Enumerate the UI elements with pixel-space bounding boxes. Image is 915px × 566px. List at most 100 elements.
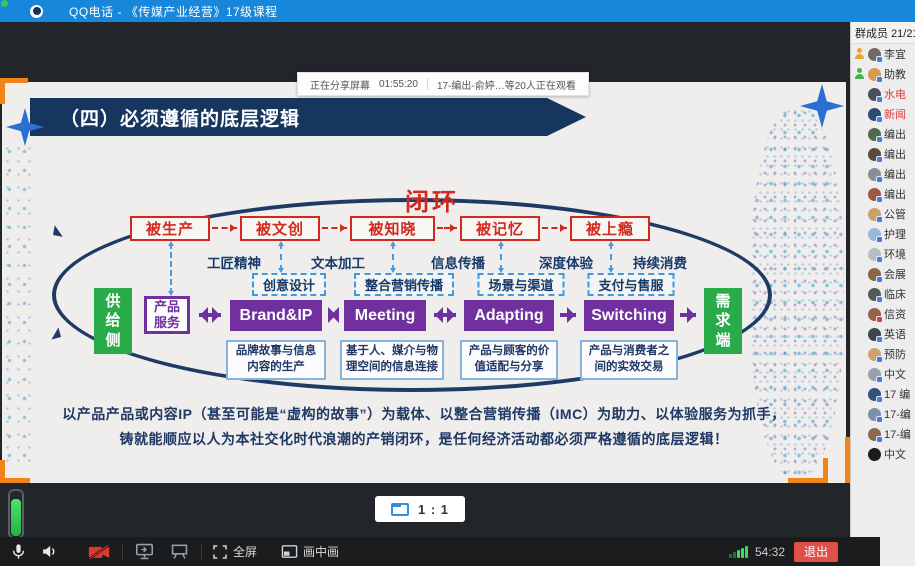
loop-label: 闭环 [405,182,459,217]
member-name: 中文 [884,366,906,382]
video-status-badge [876,136,883,143]
video-status-badge [876,236,883,243]
video-status-badge [876,396,883,403]
pip-button[interactable]: 画中画 [281,543,339,560]
process-box-switching: Switching [584,300,674,331]
member-row[interactable]: 助教 [851,64,915,84]
slide-footer-line1: 以产品产品或内容IP（甚至可能是“虚构的故事”）为载体、以整合营销传播（IMC）… [2,404,846,424]
member-row[interactable]: 中文 [851,364,915,384]
video-status-badge [876,76,883,83]
member-row[interactable]: 中文 [851,444,915,464]
video-status-badge [876,416,883,423]
craft-label-2: 文本加工 [311,252,365,272]
divider [201,544,202,560]
share-screen-icon [135,543,154,560]
shared-screen-slide: （四）必须遵循的底层逻辑 闭环 被生产 被文创 被知晓 被记忆 被上瘾 工匠精神… [2,82,846,483]
member-name: 信资 [884,306,906,322]
loop-arrowhead [43,225,62,244]
member-row[interactable]: 17 编 [851,384,915,404]
avatar [868,148,881,161]
member-name: 环境 [884,246,906,262]
member-row[interactable]: 信资 [851,304,915,324]
mic-level-meter [8,489,24,539]
avatar [868,188,881,201]
video-status-badge [876,376,883,383]
process-arrow [680,313,696,317]
member-row[interactable]: 水电 [851,84,915,104]
stage-box-addicted: 被上瘾 [570,216,650,241]
member-row[interactable]: 护理 [851,224,915,244]
stage-box-cultural: 被文创 [240,216,320,241]
avatar [868,48,881,61]
member-row[interactable]: 编出 [851,144,915,164]
avatar [868,308,881,321]
video-status-badge [876,336,883,343]
demand-side-box: 需求端 [704,288,742,354]
member-name: 17-编 [884,406,911,422]
zoom-ratio-control[interactable]: 1 : 1 [375,496,465,522]
member-name: 会展 [884,266,906,282]
video-status-badge [876,356,883,363]
avatar [868,228,881,241]
window-title: QQ电话 - 《传媒产业经营》17级课程 [69,3,278,20]
member-row[interactable]: 英语 [851,324,915,344]
video-status-badge [876,276,883,283]
share-border-corner [823,458,828,483]
microphone-button[interactable] [10,543,27,560]
craft-label-3: 信息传播 [431,252,485,272]
mic-level-fill [11,499,21,536]
member-sidebar: 群成员 21/21 李宜 助教 水电 新闻 编出 [850,22,915,566]
member-role-icon [854,48,865,60]
process-arrow [560,313,576,317]
share-screen-button[interactable] [135,543,154,560]
craft-label-1: 工匠精神 [207,252,261,272]
member-row[interactable]: 李宜 [851,44,915,64]
qq-logo-icon [30,5,43,18]
video-status-badge [876,56,883,63]
member-list: 李宜 助教 水电 新闻 编出 编出 [851,44,915,464]
pip-label: 画中画 [303,543,339,560]
member-row[interactable]: 临床 [851,284,915,304]
avatar [868,288,881,301]
member-name: 编出 [884,186,906,202]
process-arrow [330,313,337,317]
stage-box-known: 被知晓 [350,216,435,241]
speaker-icon [41,543,58,560]
whiteboard-button[interactable] [170,543,189,560]
divider [122,544,123,560]
member-name: 英语 [884,326,906,342]
divider [427,78,428,90]
member-row[interactable]: 公管 [851,204,915,224]
camera-off-button[interactable] [88,543,110,561]
member-row[interactable]: 17-编 [851,424,915,444]
exit-button[interactable]: 退出 [794,542,838,562]
speaker-button[interactable] [41,543,58,560]
member-row[interactable]: 会展 [851,264,915,284]
fullscreen-button[interactable]: 全屏 [212,543,257,560]
member-row[interactable]: 编出 [851,124,915,144]
avatar [868,168,881,181]
process-note-2: 基于人、媒介与物理空间的信息连接 [340,340,444,380]
slide-heading: （四）必须遵循的底层逻辑 [60,104,300,131]
member-role-icon [854,68,865,80]
process-note-3: 产品与顾客的价值适配与分享 [460,340,558,380]
process-box-meeting: Meeting [344,300,426,331]
video-status-badge [876,196,883,203]
member-row[interactable]: 编出 [851,184,915,204]
slide-footer-line2: 铸就能顺应以人为本社交化时代浪潮的产销闭环，是任何经济活动都必须严格遵循的底层逻… [2,429,846,449]
member-row[interactable]: 环境 [851,244,915,264]
member-count-header: 群成员 21/21 [851,22,915,44]
member-name: 李宜 [884,46,906,62]
member-name: 护理 [884,226,906,242]
status-dot [1,0,8,7]
member-row[interactable]: 新闻 [851,104,915,124]
video-status-badge [876,216,883,223]
member-name: 新闻 [884,106,906,122]
member-name: 预防 [884,346,906,362]
avatar [868,368,881,381]
stage-arrow [322,227,347,229]
member-row[interactable]: 17-编 [851,404,915,424]
member-row[interactable]: 编出 [851,164,915,184]
window-title-bar: QQ电话 - 《传媒产业经营》17级课程 [0,0,915,22]
member-row[interactable]: 预防 [851,344,915,364]
